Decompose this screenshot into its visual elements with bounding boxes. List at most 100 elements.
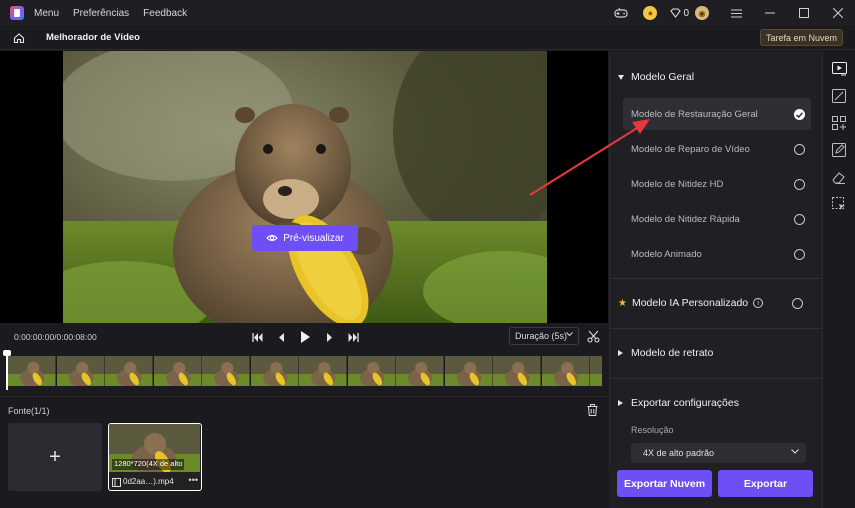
maximize-icon[interactable] [787,0,821,26]
duration-label: Duração (5s) [515,331,568,341]
model-option-video-repair[interactable]: Modelo de Reparo de Vídeo [623,133,811,165]
resolution-select[interactable]: 4X de alto padrão [631,443,806,463]
app-window: Menu Preferências Feedback ● 0 ◉ Melhora… [0,0,855,508]
eraser-tool-icon[interactable] [831,169,847,185]
menu-menu[interactable]: Menu [34,8,59,19]
video-preview-area: Pré-visualizar [0,51,608,323]
section-general-title: Modelo Geral [631,71,695,83]
film-icon [112,478,121,487]
preview-button-label: Pré-visualizar [283,232,344,244]
expand-triangle-icon [618,400,623,406]
divider [610,378,822,379]
skip-to-start-icon[interactable] [250,330,264,344]
section-custom-title: Modelo IA Personalizado [631,297,749,309]
collapse-triangle-icon [618,74,624,80]
timeline-frame [153,356,202,386]
chevron-down-icon [566,332,573,337]
section-custom-ai-model[interactable]: ★ Modelo IA Personalizado i [618,297,764,309]
more-options-icon[interactable]: ••• [189,475,198,485]
skip-to-end-icon[interactable] [346,330,360,344]
minimize-icon[interactable] [753,0,787,26]
app-logo-icon [10,6,24,20]
edit-tool-icon[interactable] [831,142,847,158]
section-general-model[interactable]: Modelo Geral [618,71,694,83]
hamburger-menu-icon[interactable] [719,0,753,26]
side-toolbar [822,51,855,508]
timeline-frame [444,356,493,386]
play-icon[interactable] [298,330,312,344]
model-option-general-restoration[interactable]: Modelo de Restauração Geral [623,98,811,130]
info-icon[interactable]: i [753,298,764,308]
page-title: Melhorador de Vídeo [46,32,140,43]
model-option-animated[interactable]: Modelo Animado [623,238,811,270]
duration-select[interactable]: Duração (5s) [509,327,579,345]
home-icon[interactable] [11,30,27,46]
section-export-settings[interactable]: Exportar configurações [618,397,739,409]
radio-icon[interactable] [794,249,805,260]
add-video-button[interactable]: + [8,423,102,491]
radio-checked-icon[interactable] [794,109,805,120]
settings-panel: Modelo Geral Modelo de Restauração Geral… [609,51,822,465]
timeline-thumbnail-strip[interactable] [8,356,602,386]
curve-tool-icon[interactable] [831,88,847,104]
preview-button[interactable]: Pré-visualizar [252,225,358,251]
cloud-task-button[interactable]: Tarefa em Nuvem [759,29,843,46]
plus-icon: + [49,445,61,468]
resolution-label: Resolução [631,425,674,435]
source-clip-card[interactable]: 1280*720(4X de alto 0d2aa…).mp4 ••• [108,423,202,491]
timeline-frame [396,356,445,386]
playback-controls: 0:00:00:00/0:00:08:00 Duração (5s) [0,323,608,350]
playhead[interactable] [3,350,11,390]
timeline-frame [299,356,348,386]
clip-resolution: 1280*720(4X de alto [112,459,185,470]
model-option-hd-sharpness[interactable]: Modelo de Nitidez HD [623,168,811,200]
video-enhance-tool-icon[interactable] [831,61,847,77]
export-cloud-button[interactable]: Exportar Nuvem [617,470,712,497]
chevron-down-icon [791,449,799,454]
radio-icon[interactable] [794,144,805,155]
timeline-frame [250,356,299,386]
model-label: Modelo de Nitidez Rápida [631,213,740,225]
grid-tool-icon[interactable] [831,115,847,131]
avatar[interactable]: ◉ [695,6,709,20]
section-portrait-model[interactable]: Modelo de retrato [618,347,713,359]
time-readout: 0:00:00:00/0:00:08:00 [14,332,97,342]
select-area-tool-icon[interactable] [831,196,847,212]
timeline-frame [590,356,602,386]
title-bar: Menu Preferências Feedback ● 0 ◉ [0,0,855,26]
nav-bar: Melhorador de Vídeo Tarefa em Nuvem [0,26,855,50]
export-button[interactable]: Exportar [718,470,813,497]
scissors-icon[interactable] [587,330,601,344]
video-frame-image [63,51,547,323]
resolution-value: 4X de alto padrão [643,448,715,458]
source-panel: Fonte(1/1) + 1280*720(4X de alto 0d2aa…)… [0,398,608,508]
divider [610,278,822,279]
radio-icon[interactable] [794,179,805,190]
gem-icon[interactable] [669,5,681,21]
divider [610,328,822,329]
prev-frame-icon[interactable] [274,330,288,344]
menu-preferences[interactable]: Preferências [73,8,129,19]
coin-icon[interactable]: ● [643,6,658,20]
model-label: Modelo de Restauração Geral [631,108,758,120]
radio-icon[interactable] [794,214,805,225]
close-icon[interactable] [821,0,855,26]
next-frame-icon[interactable] [322,330,336,344]
gem-count: 0 [683,7,689,19]
clip-filename: 0d2aa…).mp4 [123,477,174,486]
menu-feedback[interactable]: Feedback [143,8,187,19]
timeline-frame [56,356,105,386]
title-bar-actions: ● 0 ◉ [613,0,855,26]
video-frame [63,51,547,323]
gamepad-icon[interactable] [613,5,629,21]
timeline-frame [347,356,396,386]
model-option-fast-sharpness[interactable]: Modelo de Nitidez Rápida [623,203,811,235]
radio-icon[interactable] [792,298,803,309]
trash-icon[interactable] [587,404,601,418]
timeline-frame [202,356,251,386]
timeline[interactable] [0,350,608,397]
model-label: Modelo de Reparo de Vídeo [631,143,750,155]
export-bar: Exportar Nuvem Exportar [609,465,822,508]
model-label: Modelo Animado [631,248,702,260]
timeline-frame [541,356,590,386]
